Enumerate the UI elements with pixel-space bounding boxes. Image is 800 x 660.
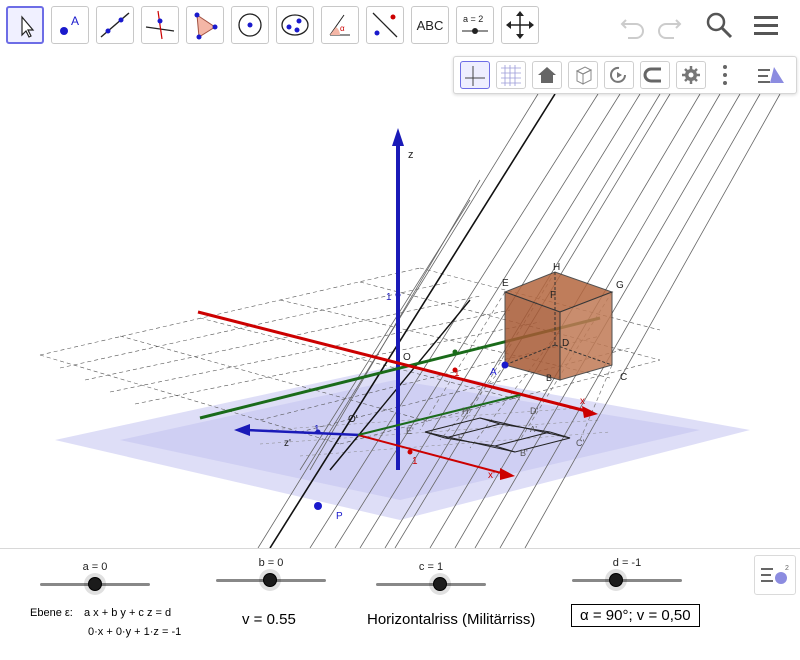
- label-H-prime: H': [462, 406, 470, 416]
- label-P: P: [336, 511, 343, 522]
- redo-icon[interactable]: [652, 8, 686, 42]
- rotate-icon[interactable]: [604, 61, 634, 89]
- slider-d[interactable]: d = -1: [572, 557, 682, 597]
- algebra-view-button[interactable]: 2: [754, 555, 796, 595]
- x-axis-label: x: [580, 396, 585, 407]
- view-cube-icon[interactable]: [568, 61, 598, 89]
- x-prime-unit: 1: [412, 456, 418, 467]
- settings-icon[interactable]: [676, 61, 706, 89]
- svg-text:2: 2: [785, 565, 789, 572]
- label-E-prime: E': [406, 426, 414, 436]
- x-unit-point: [452, 367, 458, 373]
- axes-icon[interactable]: [460, 61, 490, 89]
- origin-label: O: [403, 352, 411, 363]
- slider-b[interactable]: b = 0: [216, 557, 326, 597]
- perpendicular-line-tool[interactable]: [141, 6, 179, 44]
- z-prime-unit-point: [315, 429, 321, 435]
- label-A-prime: A': [530, 425, 537, 434]
- style-bar-icon[interactable]: [752, 61, 788, 89]
- z-axis-arrow: [392, 128, 404, 146]
- svg-text:α: α: [340, 24, 345, 33]
- z-unit-label: 1: [386, 292, 392, 303]
- slider-b-knob[interactable]: [259, 569, 281, 591]
- label-F: F: [550, 290, 556, 301]
- line-tool[interactable]: [96, 6, 134, 44]
- label-G: G: [616, 280, 624, 291]
- algebra-icon: 2: [761, 565, 789, 584]
- label-A: A: [490, 367, 497, 378]
- conic-tool[interactable]: [276, 6, 314, 44]
- z-unit-point: [395, 292, 401, 298]
- slider-d-label: d = -1: [612, 557, 642, 569]
- bottom-panel: a = 0 b = 0 c = 1 d = -1 Ebene ε: a x + …: [0, 548, 800, 660]
- z-axis-label: z: [408, 149, 414, 161]
- x-prime-label: x': [488, 470, 495, 481]
- polygon-tool[interactable]: [186, 6, 224, 44]
- graphics-svg[interactable]: z 1 x 1 O z' 1 x' 1 O' H' D' E' B' C' F'…: [0, 50, 800, 549]
- projection-name-text: Horizontalriss (Militärriss): [367, 611, 536, 628]
- o-prime-label: O': [348, 414, 358, 425]
- slider-b-label: b = 0: [258, 557, 284, 569]
- grid-icon[interactable]: [496, 61, 526, 89]
- undo-icon[interactable]: [616, 8, 650, 42]
- slider-a[interactable]: a = 0: [40, 561, 150, 601]
- menu-icon[interactable]: [750, 8, 784, 42]
- projection-plane-core: [120, 380, 700, 500]
- svg-text:a = 2: a = 2: [463, 14, 483, 24]
- x-prime-unit-point: [407, 449, 413, 455]
- graphics-view-3d[interactable]: z 1 x 1 O z' 1 x' 1 O' H' D' E' B' C' F'…: [0, 50, 800, 549]
- label-C: C: [620, 372, 627, 383]
- label-B: B: [546, 373, 552, 383]
- projection-icon[interactable]: [640, 61, 670, 89]
- slider-a-label: a = 0: [82, 561, 108, 573]
- point-tool[interactable]: A: [51, 6, 89, 44]
- home-icon[interactable]: [532, 61, 562, 89]
- slider-tool[interactable]: a = 2: [456, 6, 494, 44]
- slider-d-track[interactable]: [572, 579, 682, 582]
- more-icon[interactable]: [720, 61, 730, 89]
- slider-c[interactable]: c = 1: [376, 561, 486, 601]
- toolbar: A α ABC a = 2: [0, 0, 800, 50]
- y-unit-point: [452, 349, 458, 355]
- label-E: E: [502, 278, 509, 289]
- search-icon[interactable]: [702, 8, 736, 42]
- plane-label: Ebene ε:: [30, 607, 73, 619]
- angle-box: α = 90°; v = 0,50: [571, 604, 700, 627]
- plane-instance: 0·x + 0·y + 1·z = -1: [88, 626, 182, 638]
- plane-equation: a x + b y + c z = d: [84, 607, 172, 619]
- label-D-prime: D': [530, 406, 538, 416]
- move-tool[interactable]: [6, 6, 44, 44]
- text-tool[interactable]: ABC: [411, 6, 449, 44]
- angle-tool[interactable]: α: [321, 6, 359, 44]
- v-value-text: v = 0.55: [242, 611, 296, 628]
- point-A[interactable]: [501, 361, 509, 369]
- slider-a-knob[interactable]: [84, 573, 106, 595]
- label-H: H: [553, 262, 560, 273]
- cube[interactable]: [503, 271, 614, 381]
- label-B-prime: B': [520, 448, 528, 458]
- graphics-style-bar: [453, 56, 797, 94]
- svg-text:A: A: [71, 14, 79, 28]
- slider-c-knob[interactable]: [429, 573, 451, 595]
- slider-d-knob[interactable]: [605, 569, 627, 591]
- label-D: D: [562, 338, 569, 349]
- label-C-prime: C': [576, 438, 584, 448]
- label-F-prime: F': [458, 433, 465, 442]
- slider-c-label: c = 1: [418, 561, 444, 573]
- point-P[interactable]: [314, 502, 322, 510]
- circle-tool[interactable]: [231, 6, 269, 44]
- move-graphics-tool[interactable]: [501, 6, 539, 44]
- reflect-tool[interactable]: [366, 6, 404, 44]
- z-prime-label: z': [284, 438, 291, 449]
